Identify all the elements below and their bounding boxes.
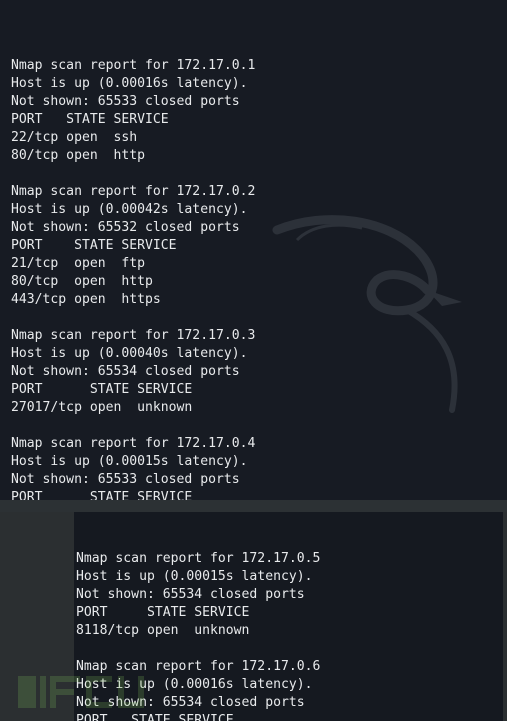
not-shown-line: Not shown: 65532 closed ports: [11, 220, 240, 235]
host-status-line: Host is up (0.00040s latency).: [11, 346, 248, 361]
port-table-header: PORT STATE SERVICE: [11, 238, 177, 253]
terminal-window-bottom: Nmap scan report for 172.17.0.5 Host is u…: [74, 512, 503, 721]
port-row: 443/tcp open https: [11, 292, 161, 307]
port-row: 8118/tcp open unknown: [76, 623, 250, 638]
scan-report-header: Nmap scan report for 172.17.0.2: [11, 184, 256, 199]
port-row: 27017/tcp open unknown: [11, 400, 193, 415]
pane-divider: [0, 500, 507, 512]
port-row: 21/tcp open ftp: [11, 256, 146, 271]
scan-report-block: Nmap scan report for 172.17.0.5 Host is u…: [76, 550, 503, 640]
not-shown-line: Not shown: 65533 closed ports: [11, 472, 240, 487]
terminal-window-top: Nmap scan report for 172.17.0.1 Host is u…: [0, 0, 507, 500]
port-row: 22/tcp open ssh: [11, 130, 138, 145]
scan-report-block: Nmap scan report for 172.17.0.3 Host is u…: [11, 327, 507, 417]
port-row: 80/tcp open http: [11, 148, 146, 163]
not-shown-line: Not shown: 65533 closed ports: [11, 94, 240, 109]
scan-report-block: Nmap scan report for 172.17.0.2 Host is u…: [11, 183, 507, 309]
host-status-line: Host is up (0.00016s latency).: [76, 677, 313, 692]
port-table-header: PORT STATE SERVICE: [11, 382, 193, 397]
scan-output-bottom: Nmap scan report for 172.17.0.5 Host is u…: [76, 550, 503, 721]
port-table-header: PORT STATE SERVICE: [76, 605, 250, 620]
scan-report-header: Nmap scan report for 172.17.0.3: [11, 328, 256, 343]
port-row: 80/tcp open http: [11, 274, 153, 289]
not-shown-line: Not shown: 65534 closed ports: [11, 364, 240, 379]
port-table-header: PORT STATE SERVICE: [76, 713, 234, 721]
port-table-header: PORT STATE SERVICE: [11, 490, 193, 500]
scan-report-block: Nmap scan report for 172.17.0.6 Host is u…: [76, 658, 503, 721]
not-shown-line: Not shown: 65534 closed ports: [76, 695, 305, 710]
scan-report-header: Nmap scan report for 172.17.0.5: [76, 551, 321, 566]
scan-report-block: Nmap scan report for 172.17.0.4 Host is u…: [11, 435, 507, 500]
scan-report-header: Nmap scan report for 172.17.0.1: [11, 58, 256, 73]
host-status-line: Host is up (0.00015s latency).: [11, 454, 248, 469]
host-status-line: Host is up (0.00015s latency).: [76, 569, 313, 584]
scan-report-header: Nmap scan report for 172.17.0.4: [11, 436, 256, 451]
scan-output-top: Nmap scan report for 172.17.0.1 Host is u…: [11, 57, 507, 500]
host-status-line: Host is up (0.00016s latency).: [11, 76, 248, 91]
not-shown-line: Not shown: 65534 closed ports: [76, 587, 305, 602]
port-table-header: PORT STATE SERVICE: [11, 112, 169, 127]
scan-report-block: Nmap scan report for 172.17.0.1 Host is u…: [11, 57, 507, 165]
scan-report-header: Nmap scan report for 172.17.0.6: [76, 659, 321, 674]
host-status-line: Host is up (0.00042s latency).: [11, 202, 248, 217]
